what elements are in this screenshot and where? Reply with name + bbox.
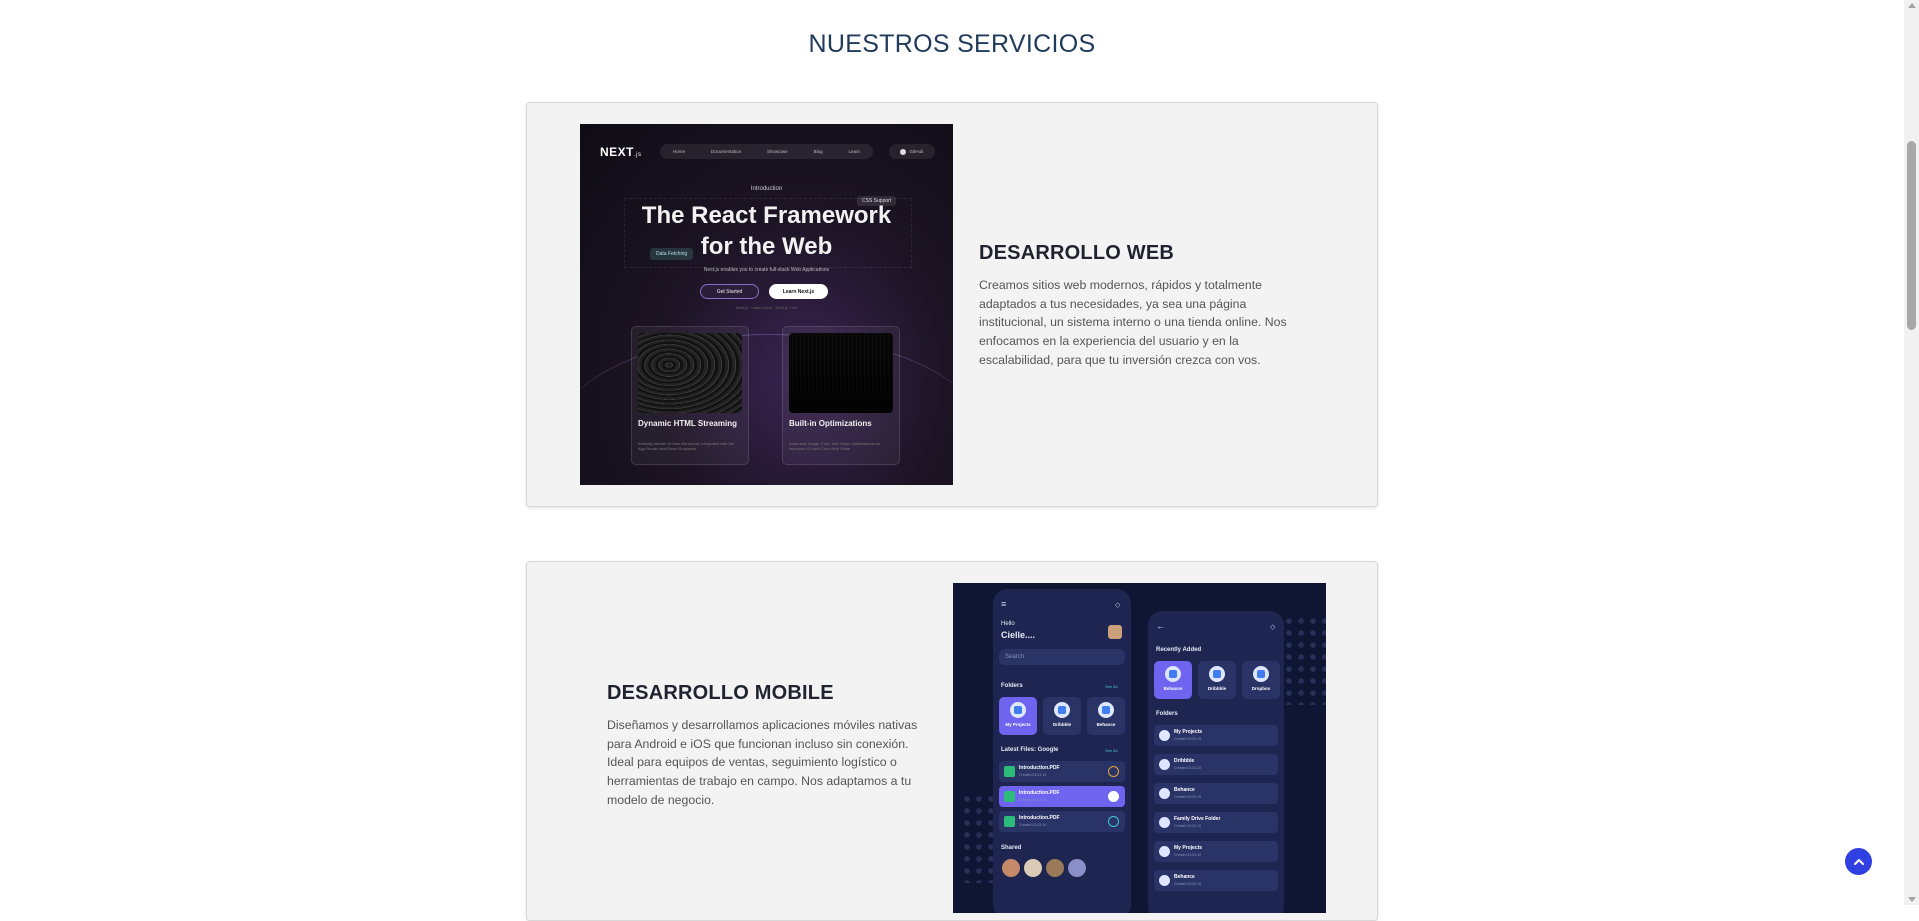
preview-folder-row: Family Drive Folder Created 03.03.19 xyxy=(1154,812,1278,833)
avatar xyxy=(1107,624,1123,640)
page-scrollbar[interactable] xyxy=(1904,0,1919,905)
preview-file-row: Introduction.PDF Created 03.03.19 xyxy=(999,811,1125,832)
preview-folder-row: Behance Created 03.03.19 xyxy=(1154,783,1278,804)
menu-icon: ≡ xyxy=(1001,599,1007,609)
preview-file-row: Introduction.PDF Created 03.03.19 xyxy=(999,761,1125,782)
preview-search: Search xyxy=(999,649,1125,665)
service-description: Diseñamos y desarrollamos aplicaciones m… xyxy=(607,718,918,807)
preview-folder-row: Dribbble Created 03.03.19 xyxy=(1154,754,1278,775)
preview-subtitle: Next.js enables you to create full-stack… xyxy=(703,267,830,273)
preview-folder: Dribbble xyxy=(1198,661,1236,699)
preview-badge: Data Fetching xyxy=(650,248,694,260)
avatar xyxy=(1067,858,1087,878)
preview-nav-item: Documentation xyxy=(710,149,742,154)
bell-icon: ◇ xyxy=(1270,624,1276,631)
preview-nav-item: Blog xyxy=(813,149,823,154)
preview-shared-label: Shared xyxy=(1001,845,1022,851)
preview-phone-home: ≡ ◇ Hello Cielle.... Search Folders See … xyxy=(993,589,1131,913)
preview-see-all: See All xyxy=(1105,684,1118,689)
avatar xyxy=(1023,858,1043,878)
chevron-up-icon xyxy=(1853,858,1864,865)
preview-feature-card: Built-in Optimizations Automatic Image, … xyxy=(782,326,900,465)
section-title: NUESTROS SERVICIOS xyxy=(808,30,1096,58)
preview-folder-row: Behance Created 03.03.19 xyxy=(1154,870,1278,891)
preview-learn-button: Learn Next.js xyxy=(769,284,828,299)
preview-folder-row: My Projects Created 03.03.19 xyxy=(1154,725,1278,746)
preview-folder: My Projects xyxy=(999,697,1037,735)
preview-folder-row: My Projects Created 03.03.19 xyxy=(1154,841,1278,862)
avatar xyxy=(1045,858,1065,878)
github-icon xyxy=(900,148,907,155)
back-arrow-icon: ← xyxy=(1156,621,1165,631)
preview-github-button: GitHub xyxy=(889,144,935,159)
preview-feature-image xyxy=(789,333,893,413)
preview-hero-title: The React Framework for the Web xyxy=(641,202,892,260)
preview-nav: Home Documentation Showcase Blog Learn xyxy=(660,144,873,159)
preview-latest-label: Latest Files: Google xyxy=(1001,747,1059,753)
preview-file-row: Introduction.PDF Created 03.03.19 xyxy=(999,786,1125,807)
preview-folders-label: Folders xyxy=(1001,683,1023,689)
service-card-mobile: DESARROLLO MOBILE Diseñamos y desarrolla… xyxy=(526,561,1378,921)
preview-folder: Dropbox xyxy=(1242,661,1280,699)
preview-see-all: See All xyxy=(1105,748,1118,753)
scrollbar-thumb[interactable] xyxy=(1907,141,1916,330)
scroll-down-arrow-icon[interactable] xyxy=(1908,897,1916,902)
preview-folder: Behance xyxy=(1087,697,1125,735)
service-title: DESARROLLO MOBILE xyxy=(607,682,834,704)
preview-get-started-button: Get Started xyxy=(700,284,759,299)
preview-feature-card: Dynamic HTML Streaming Instantly stream … xyxy=(631,326,749,465)
preview-greeting: Hello xyxy=(1001,621,1015,627)
preview-nav-item: Home xyxy=(672,149,685,154)
web-preview-image: NEXT.js Home Documentation Showcase Blog… xyxy=(580,124,953,485)
service-card-web: NEXT.js Home Documentation Showcase Blog… xyxy=(526,102,1378,507)
preview-recent-label: Recently Added xyxy=(1156,647,1202,653)
scroll-up-arrow-icon[interactable] xyxy=(1908,3,1916,8)
avatar xyxy=(1001,858,1021,878)
service-description: Creamos sitios web modernos, rápidos y t… xyxy=(979,278,1287,367)
preview-badge: CSS Support xyxy=(857,196,897,206)
back-to-top-button[interactable] xyxy=(1845,848,1872,875)
preview-folders-label: Folders xyxy=(1156,711,1178,717)
preview-nav-item: Showcase xyxy=(766,149,788,154)
preview-decorative-dots xyxy=(1283,615,1326,705)
preview-folder: Behance xyxy=(1154,661,1192,699)
mobile-preview-image: ≡ ◇ Hello Cielle.... Search Folders See … xyxy=(953,583,1326,913)
preview-user-name: Cielle.... xyxy=(1001,630,1036,640)
nextjs-logo: NEXT.js xyxy=(600,145,642,159)
bell-icon: ◇ xyxy=(1115,602,1121,609)
preview-folder: Dribbble xyxy=(1043,697,1081,735)
preview-phone-folders: ← ◇ Recently Added Behance Dribbble Drop… xyxy=(1148,611,1284,913)
preview-feature-image xyxy=(638,333,742,413)
service-title: DESARROLLO WEB xyxy=(979,242,1175,264)
preview-nav-item: Learn xyxy=(848,149,861,154)
preview-fine-print: Next.js · Learn more · Next.js Conf xyxy=(735,305,798,310)
preview-intro: Introduction xyxy=(750,186,783,192)
